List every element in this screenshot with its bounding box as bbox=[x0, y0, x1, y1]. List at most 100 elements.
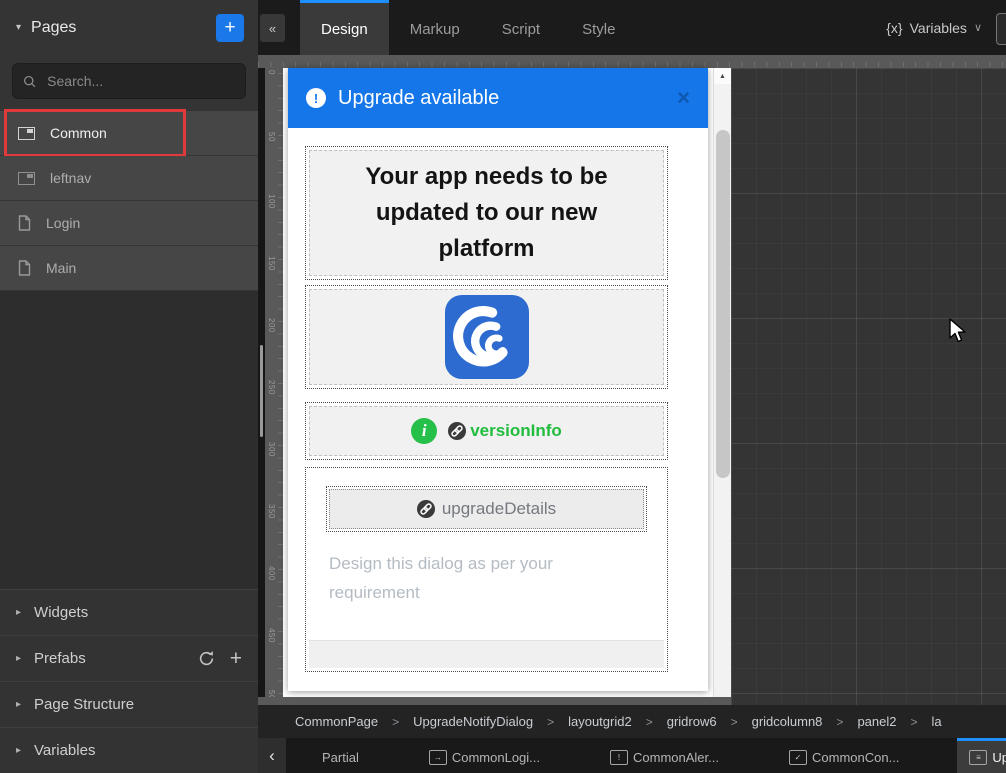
refresh-icon[interactable] bbox=[198, 650, 215, 667]
pages-caret-down-icon[interactable]: ▾ bbox=[16, 22, 21, 33]
grid-cell-version-info[interactable]: i versionInfo bbox=[305, 402, 668, 460]
tab-common-login-dialog[interactable]: → CommonLogi... bbox=[417, 738, 552, 773]
clipped-toolbar-button[interactable] bbox=[996, 13, 1006, 45]
page-label: Common bbox=[50, 125, 107, 141]
horizontal-ruler bbox=[258, 55, 1006, 69]
sidebar-scrollbar-thumb[interactable] bbox=[260, 345, 263, 437]
dialog-title: Upgrade available bbox=[338, 87, 665, 110]
design-canvas[interactable]: ! Upgrade available × Your app needs to … bbox=[283, 68, 713, 697]
ruler-mark: 50 bbox=[267, 132, 276, 142]
upgrade-details-label: upgradeDetails bbox=[442, 499, 556, 519]
variables-prefix-icon: {x} bbox=[886, 20, 902, 36]
search-icon bbox=[23, 74, 36, 89]
breadcrumb-separator: > bbox=[646, 715, 653, 729]
tab-label: CommonCon... bbox=[812, 750, 899, 765]
pages-panel-header: ▾ Pages + bbox=[0, 0, 258, 55]
tab-common-confirm-dialog[interactable]: ✓ CommonCon... bbox=[777, 738, 911, 773]
tab-style[interactable]: Style bbox=[561, 0, 636, 55]
artifact-tabs-bar: ‹ Partial → CommonLogi... ! CommonAler..… bbox=[258, 738, 1006, 773]
wavemaker-studio-window: ▾ Pages + Common leftnav bbox=[0, 0, 1006, 773]
dialog-header[interactable]: ! Upgrade available × bbox=[288, 68, 708, 128]
variables-dropdown[interactable]: {x} Variables ∨ bbox=[886, 0, 1006, 55]
tab-label: Partial bbox=[322, 750, 359, 765]
editor-mode-tabs: Design Markup Script Style bbox=[300, 0, 636, 55]
canvas-scrollbar-thumb[interactable] bbox=[716, 130, 730, 478]
page-item-leftnav[interactable]: leftnav bbox=[0, 156, 258, 201]
version-info-label: versionInfo bbox=[470, 421, 562, 441]
tab-design[interactable]: Design bbox=[300, 0, 389, 55]
breadcrumb-separator: > bbox=[910, 715, 917, 729]
caret-right-icon: ▸ bbox=[16, 745, 21, 756]
add-prefab-icon[interactable]: + bbox=[230, 649, 242, 669]
dialog-heading-text[interactable]: Your app needs to be updated to our new … bbox=[337, 151, 637, 275]
caret-right-icon: ▸ bbox=[16, 653, 21, 664]
version-info-binding[interactable]: versionInfo bbox=[448, 421, 562, 441]
tab-scroll-left-button[interactable]: ‹ bbox=[258, 738, 286, 773]
sidebar-section-page-structure[interactable]: ▸ Page Structure bbox=[0, 681, 258, 727]
page-label: Main bbox=[46, 260, 76, 276]
tab-markup[interactable]: Markup bbox=[389, 0, 481, 55]
sidebar-section-widgets[interactable]: ▸ Widgets bbox=[0, 589, 258, 635]
partial-icon bbox=[18, 172, 35, 185]
ruler-mark: 100 bbox=[267, 194, 276, 209]
design-canvas-region: 0 50 100 150 200 250 300 350 400 450 500… bbox=[258, 55, 1006, 705]
sidebar-section-variables[interactable]: ▸ Variables bbox=[0, 727, 258, 773]
grid-cell-panel[interactable]: upgradeDetails Design this dialog as per… bbox=[305, 467, 668, 672]
collapse-sidebar-button[interactable]: « bbox=[260, 14, 285, 42]
caret-right-icon: ▸ bbox=[16, 607, 21, 618]
section-label: Prefabs bbox=[34, 650, 185, 667]
ruler-mark: 450 bbox=[267, 628, 276, 643]
upgrade-details-button-cell: upgradeDetails bbox=[326, 486, 647, 532]
ruler-mark: 200 bbox=[267, 318, 276, 333]
canvas-left-gutter bbox=[258, 68, 265, 697]
search-input[interactable] bbox=[45, 72, 235, 90]
bind-link-icon bbox=[417, 500, 435, 518]
sidebar-section-prefabs[interactable]: ▸ Prefabs + bbox=[0, 635, 258, 681]
tab-common-alert-dialog[interactable]: ! CommonAler... bbox=[598, 738, 731, 773]
wavemaker-logo-icon[interactable] bbox=[445, 295, 529, 379]
grid-cell-picture[interactable] bbox=[305, 285, 668, 389]
upgrade-notify-dialog[interactable]: ! Upgrade available × Your app needs to … bbox=[288, 68, 708, 691]
vertical-ruler: 0 50 100 150 200 250 300 350 400 450 500 bbox=[265, 68, 283, 697]
tab-upgrade-notify-dialog[interactable]: ≡ UpgradeNotif... bbox=[957, 738, 1006, 773]
upgrade-badge-icon: ! bbox=[306, 88, 326, 108]
add-page-button[interactable]: + bbox=[216, 14, 244, 42]
chevron-down-icon: ∨ bbox=[974, 21, 982, 34]
tab-label: UpgradeNotif... bbox=[992, 750, 1006, 765]
breadcrumb-separator: > bbox=[547, 715, 554, 729]
canvas-scrollbar[interactable]: ▲ bbox=[713, 68, 731, 697]
canvas-grid-background bbox=[731, 68, 1006, 705]
page-item-login[interactable]: Login bbox=[0, 201, 258, 246]
artifact-tabs: Partial → CommonLogi... ! CommonAler... … bbox=[310, 738, 1006, 773]
ruler-mark: 0 bbox=[267, 70, 276, 75]
dialog-alert-icon: ! bbox=[610, 750, 628, 765]
grid-cell-heading[interactable]: Your app needs to be updated to our new … bbox=[305, 146, 668, 280]
page-item-common[interactable]: Common bbox=[0, 111, 258, 156]
dialog-confirm-icon: ✓ bbox=[789, 750, 807, 765]
breadcrumb-item[interactable]: UpgradeNotifyDialog bbox=[413, 714, 533, 729]
breadcrumb-separator: > bbox=[731, 715, 738, 729]
page-icon bbox=[18, 260, 31, 276]
tab-script[interactable]: Script bbox=[481, 0, 561, 55]
tab-partial[interactable]: Partial bbox=[310, 738, 371, 773]
breadcrumb-item[interactable]: la bbox=[932, 714, 942, 729]
dialog-body[interactable]: Your app needs to be updated to our new … bbox=[288, 128, 708, 691]
breadcrumb-item[interactable]: gridcolumn8 bbox=[752, 714, 823, 729]
page-list: Common leftnav Login Main bbox=[0, 111, 258, 291]
scroll-up-arrow[interactable]: ▲ bbox=[714, 68, 731, 84]
breadcrumb-item[interactable]: CommonPage bbox=[295, 714, 378, 729]
design-placeholder-text: Design this dialog as per your requireme… bbox=[329, 549, 609, 607]
section-label: Variables bbox=[34, 742, 242, 759]
breadcrumb-item[interactable]: gridrow6 bbox=[667, 714, 717, 729]
dialog-close-icon[interactable]: × bbox=[677, 88, 690, 108]
editor-region: « Design Markup Script Style {x} Variabl… bbox=[258, 0, 1006, 773]
upgrade-details-button[interactable]: upgradeDetails bbox=[329, 489, 644, 529]
dialog-panel[interactable]: upgradeDetails Design this dialog as per… bbox=[309, 486, 664, 668]
breadcrumb-item[interactable]: layoutgrid2 bbox=[568, 714, 632, 729]
tab-label: CommonLogi... bbox=[452, 750, 540, 765]
section-label: Widgets bbox=[34, 604, 242, 621]
page-item-main[interactable]: Main bbox=[0, 246, 258, 291]
search-box[interactable] bbox=[12, 63, 246, 99]
ruler-mark: 300 bbox=[267, 442, 276, 457]
breadcrumb-item[interactable]: panel2 bbox=[857, 714, 896, 729]
